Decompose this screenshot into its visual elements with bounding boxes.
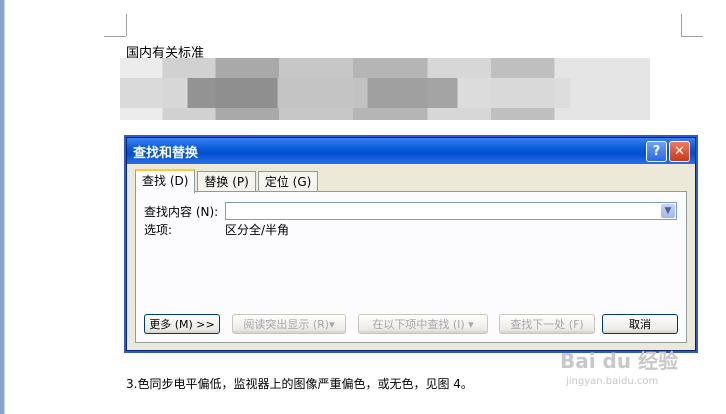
window-left-edge-inner	[4, 0, 5, 414]
crop-mark-tr-v	[681, 14, 682, 36]
watermark-logo: Bai du 经验	[560, 349, 679, 373]
dialog-title: 查找和替换	[133, 145, 199, 161]
dialog-titlebar[interactable]: 查找和替换 ? ✕	[127, 138, 695, 164]
watermark-url: jingyan.baidu.com	[566, 376, 659, 387]
find-label: 查找内容 (N):	[144, 205, 219, 219]
find-in-button[interactable]: 在以下项中查找 (I) ▾	[358, 314, 488, 334]
pixelated-text-2	[120, 78, 570, 108]
tab-find[interactable]: 查找 (D)	[135, 169, 196, 193]
doc-bottom-text: 3.色同步电平偏低，监视器上的图像严重偏色，或无色，见图 4。	[126, 377, 473, 391]
more-button[interactable]: 更多 (M) >>	[144, 314, 220, 334]
reading-highlight-button[interactable]: 阅读突出显示 (R)▾	[232, 314, 346, 334]
crop-mark-tl-h	[104, 36, 126, 37]
find-input[interactable]: ▼	[225, 202, 677, 220]
crop-mark-tl-v	[126, 14, 127, 36]
cancel-button[interactable]: 取消	[602, 314, 678, 334]
chevron-down-icon[interactable]: ▼	[661, 204, 675, 218]
find-next-button[interactable]: 查找下一处 (F)	[499, 314, 595, 334]
help-button[interactable]: ?	[646, 141, 667, 162]
tab-strip: 查找 (D) 替换 (P) 定位 (G)	[135, 169, 319, 193]
close-button[interactable]: ✕	[669, 141, 690, 162]
options-value: 区分全/半角	[225, 223, 290, 237]
tab-goto[interactable]: 定位 (G)	[257, 171, 319, 192]
find-replace-dialog: 查找和替换 ? ✕ 查找 (D) 替换 (P) 定位 (G) 查找内容 (N):…	[126, 137, 696, 351]
tab-replace[interactable]: 替换 (P)	[197, 171, 256, 192]
find-panel: 查找内容 (N): ▼ 选项: 区分全/半角 更多 (M) >> 阅读突出显示 …	[135, 191, 687, 343]
crop-mark-tr-h	[681, 36, 703, 37]
options-label: 选项:	[144, 223, 173, 237]
dialog-body: 查找 (D) 替换 (P) 定位 (G) 查找内容 (N): ▼ 选项: 区分全…	[127, 164, 695, 348]
